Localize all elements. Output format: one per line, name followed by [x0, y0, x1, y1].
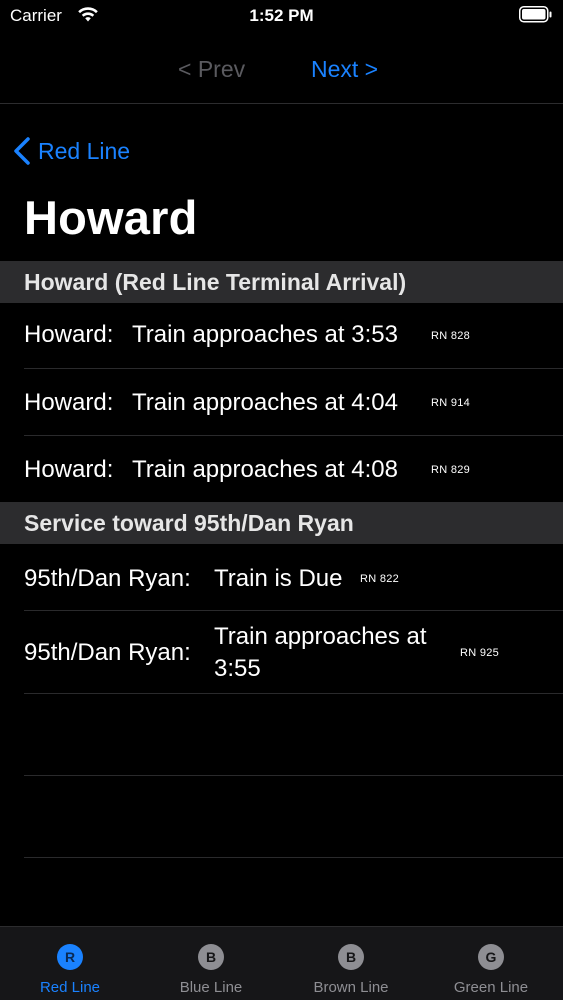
- run-number: RN 829: [431, 464, 471, 476]
- page-title: Howard: [24, 191, 198, 244]
- tab-green-line[interactable]: G Green Line: [421, 927, 561, 1000]
- arrival-message: Train approaches at 4:08: [132, 456, 398, 483]
- blue-line-icon: B: [198, 944, 224, 970]
- tab-brown-line[interactable]: B Brown Line: [281, 927, 421, 1000]
- tab-bar: R Red Line B Blue Line B Brown Line G Gr…: [0, 926, 563, 1000]
- run-number: RN 914: [431, 397, 471, 409]
- tab-red-line[interactable]: R Red Line: [0, 927, 140, 1000]
- row-separator: [24, 857, 563, 858]
- station-label: 95th/Dan Ryan:: [24, 639, 191, 666]
- next-button[interactable]: Next >: [311, 56, 378, 83]
- tab-blue-line[interactable]: B Blue Line: [141, 927, 281, 1000]
- brown-line-icon: B: [338, 944, 364, 970]
- arrival-message: Train is Due: [214, 565, 343, 592]
- red-line-icon: R: [57, 944, 83, 970]
- arrival-message-line1: Train approaches at: [214, 623, 427, 650]
- arrival-message: Train approaches at 3:53: [132, 321, 398, 348]
- section-header-label: Service toward 95th/Dan Ryan: [24, 510, 354, 536]
- station-label: 95th/Dan Ryan:: [24, 565, 191, 592]
- row-separator: [24, 775, 563, 776]
- station-label: Howard:: [24, 321, 114, 348]
- pager: < Prev Next >: [0, 50, 563, 90]
- divider: [0, 103, 563, 104]
- station-label: Howard:: [24, 389, 114, 416]
- list-item[interactable]: 95th/Dan Ryan: Train approaches at 3:55 …: [0, 611, 563, 694]
- run-number: RN 925: [460, 647, 500, 659]
- arrival-message-line2: 3:55: [214, 655, 261, 682]
- list-item[interactable]: Howard: Train approaches at 4:04 RN 914: [0, 369, 563, 436]
- battery-icon: [519, 6, 552, 23]
- station-label: Howard:: [24, 456, 114, 483]
- back-label: Red Line: [38, 137, 131, 164]
- chevron-left-icon: [14, 137, 30, 165]
- back-button[interactable]: Red Line: [12, 135, 130, 167]
- tab-label: Blue Line: [179, 979, 243, 996]
- tab-label: Red Line: [39, 979, 101, 996]
- run-number: RN 828: [431, 330, 471, 342]
- green-line-icon: G: [478, 944, 504, 970]
- section-header: Service toward 95th/Dan Ryan: [0, 502, 563, 544]
- list-item[interactable]: 95th/Dan Ryan: Train is Due RN 822: [0, 544, 563, 611]
- list-item[interactable]: Howard: Train approaches at 3:53 RN 828: [0, 303, 563, 369]
- arrival-message: Train approaches at 4:04: [132, 389, 398, 416]
- tab-label: Brown Line: [313, 979, 389, 996]
- row-separator: [24, 693, 563, 694]
- list-item[interactable]: Howard: Train approaches at 4:08 RN 829: [0, 436, 563, 502]
- run-number: RN 822: [360, 573, 400, 585]
- tab-label: Green Line: [453, 979, 529, 996]
- prev-button[interactable]: < Prev: [178, 56, 245, 83]
- status-time: 1:52 PM: [249, 6, 314, 25]
- status-bar: Carrier 1:52 PM: [0, 0, 563, 32]
- section-header: Howard (Red Line Terminal Arrival): [0, 261, 563, 303]
- section-header-label: Howard (Red Line Terminal Arrival): [24, 269, 407, 295]
